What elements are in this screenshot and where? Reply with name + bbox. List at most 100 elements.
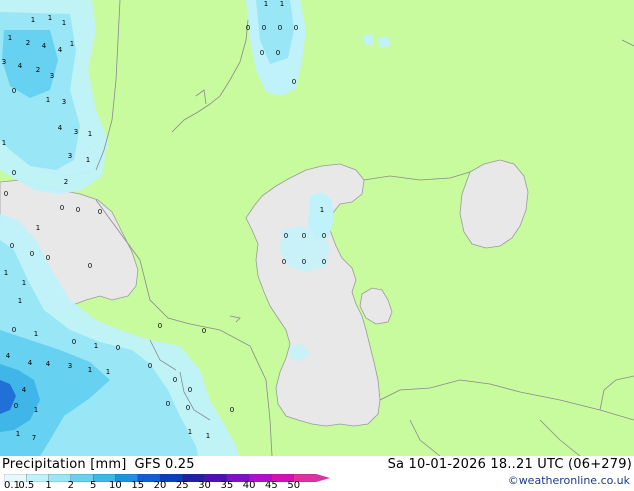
point-value: 0 (294, 24, 298, 32)
point-value: 0 (302, 232, 306, 240)
point-value: 0 (12, 87, 16, 95)
point-value: 1 (94, 342, 98, 350)
point-value: 0 (12, 169, 16, 177)
point-value: 4 (42, 42, 47, 50)
point-value: 0 (116, 344, 120, 352)
point-value: 1 (320, 206, 324, 214)
product-title: Precipitation [mm] (2, 457, 127, 472)
point-value: 1 (46, 96, 50, 104)
precip-area-small-east-2 (378, 36, 390, 48)
point-value: 1 (18, 297, 22, 305)
scale-tick-label: 45 (265, 480, 278, 491)
point-value: 4 (58, 46, 63, 54)
point-value: 3 (62, 98, 66, 106)
point-value: 0 (292, 78, 296, 86)
point-value: 1 (70, 40, 74, 48)
scale-tick-label: 35 (220, 480, 234, 491)
point-value: 3 (50, 72, 54, 80)
scale-tick-label: 2 (67, 480, 75, 491)
point-value: 0 (12, 326, 16, 334)
scale-tick-label: 10 (109, 480, 122, 491)
point-value: 0 (278, 24, 282, 32)
point-value: 1 (206, 432, 210, 440)
point-value: 0 (284, 232, 288, 240)
scale-tick-label: 0.5 (18, 480, 35, 491)
point-value: 0 (173, 376, 177, 384)
point-value: 0 (322, 232, 326, 240)
color-scale (4, 474, 330, 482)
point-value: 0 (188, 386, 192, 394)
point-value: 0 (282, 258, 286, 266)
point-value: 2 (36, 66, 40, 74)
scale-tick-label: 40 (242, 480, 256, 491)
model-name: GFS 0.25 (134, 457, 195, 472)
scale-tick-label: 20 (153, 480, 167, 491)
point-value: 3 (68, 152, 72, 160)
point-value: 0 (158, 322, 162, 330)
point-value: 4 (58, 124, 63, 132)
point-value: 0 (148, 362, 152, 370)
point-value: 1 (188, 428, 192, 436)
point-value: 0 (276, 49, 280, 57)
point-value: 0 (46, 254, 50, 262)
point-value: 1 (106, 368, 110, 376)
point-value: 0 (72, 338, 76, 346)
point-value: 3 (2, 58, 6, 66)
scale-tick-label: 30 (198, 480, 211, 491)
point-value: 0 (98, 208, 102, 216)
point-value: 1 (2, 139, 6, 147)
point-value: 0 (166, 400, 170, 408)
point-value: 1 (88, 130, 92, 138)
scale-arrow (316, 474, 330, 482)
scale-tick-label: 5 (89, 480, 97, 491)
point-value: 0 (30, 250, 34, 258)
copyright: ©weatheronline.co.uk (507, 474, 630, 487)
point-value: 0 (322, 258, 326, 266)
point-value: 1 (16, 430, 20, 438)
point-value: 1 (62, 19, 66, 27)
point-value: 1 (36, 224, 40, 232)
scale-tick-label: 50 (287, 480, 301, 491)
point-value: 0 (230, 406, 234, 414)
point-value: 1 (4, 269, 8, 277)
point-value: 1 (280, 0, 284, 8)
point-value: 7 (32, 434, 36, 442)
point-value: 4 (18, 62, 23, 70)
point-value: 0 (14, 402, 18, 410)
valid-time: Sa 10-01-2026 18..21 UTC (06+279) (387, 457, 632, 472)
title-left: Precipitation [mm] GFS 0.25 (2, 457, 195, 472)
point-value: 0 (10, 242, 14, 250)
point-value: 1 (264, 0, 268, 8)
scale-tick-label: 15 (131, 480, 145, 491)
point-value: 2 (26, 39, 30, 47)
point-value: 0 (262, 24, 266, 32)
point-value: 0 (4, 190, 8, 198)
point-value: 0 (302, 258, 306, 266)
point-value: 0 (202, 327, 206, 335)
point-value: 1 (86, 156, 90, 164)
point-value: 3 (68, 362, 72, 370)
footer: Precipitation [mm] GFS 0.25 Sa 10-01-2026… (0, 456, 634, 491)
scale-tick-label: 25 (175, 480, 189, 491)
scale-tick-label: 1 (45, 480, 52, 491)
point-value: 1 (88, 366, 92, 374)
precipitation-map: 1 1112 4 413 4 2301 34 3 113 10200 0 0100 001110 10 1 0… (0, 0, 634, 456)
point-value: 4 (22, 386, 27, 394)
point-value: 1 (31, 16, 35, 24)
point-value: 0 (246, 24, 250, 32)
point-value: 4 (28, 359, 33, 367)
point-value: 0 (186, 404, 190, 412)
point-value: 0 (88, 262, 92, 270)
point-value: 1 (34, 330, 38, 338)
point-value: 1 (34, 406, 38, 414)
point-value: 3 (74, 128, 78, 136)
point-value: 1 (8, 34, 12, 42)
point-value: 0 (260, 49, 264, 57)
point-value: 1 (48, 14, 52, 22)
point-value: 2 (64, 178, 68, 186)
point-value: 0 (76, 206, 80, 214)
point-value: 4 (46, 360, 51, 368)
point-value: 1 (22, 279, 26, 287)
point-value: 0 (60, 204, 64, 212)
point-value: 4 (6, 352, 11, 360)
